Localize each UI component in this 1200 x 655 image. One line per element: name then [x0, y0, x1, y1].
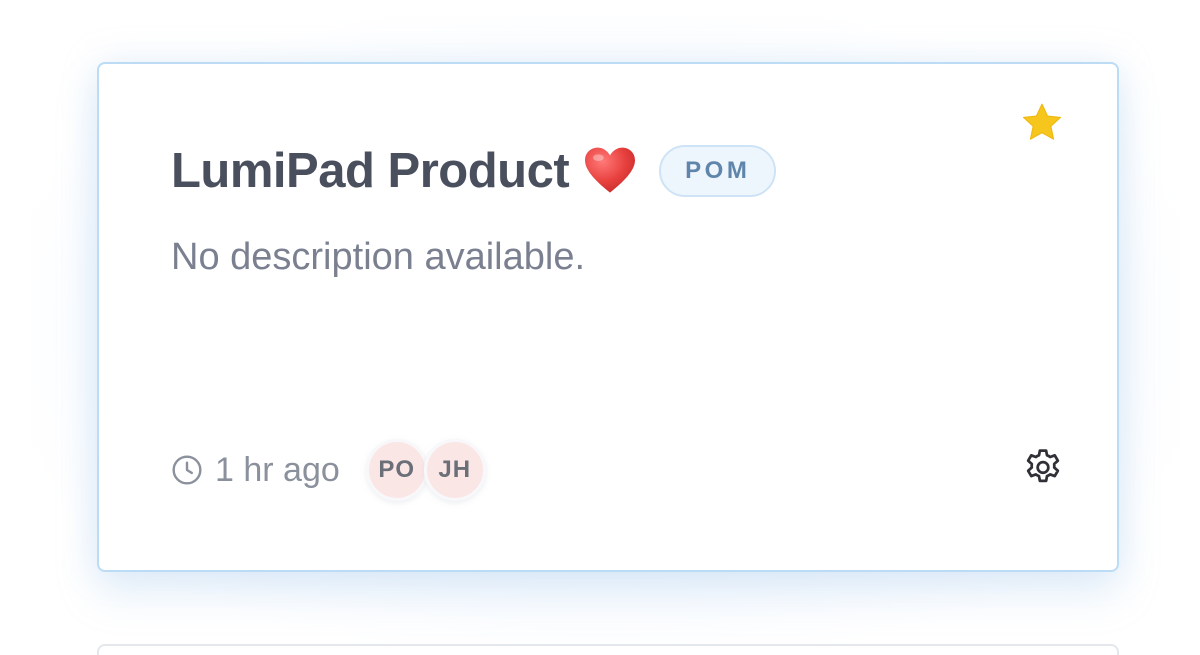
category-tag: POM [659, 145, 777, 197]
next-project-card[interactable] [97, 644, 1119, 655]
card-title[interactable]: LumiPad Product [171, 143, 570, 199]
last-updated: 1 hr ago [215, 450, 340, 489]
project-card[interactable]: LumiPad Product POM No description avail… [97, 62, 1119, 572]
member-avatars: PO JH [365, 439, 486, 501]
clock-icon [172, 455, 202, 485]
card-description: No description available. [171, 236, 586, 278]
gear-icon[interactable] [1021, 446, 1065, 490]
star-icon[interactable] [1019, 100, 1065, 146]
page: LumiPad Product POM No description avail… [0, 0, 1200, 655]
card-header: LumiPad Product POM [171, 140, 777, 202]
heart-icon [585, 147, 636, 193]
avatar[interactable]: JH [423, 439, 486, 501]
card-footer: 1 hr ago PO JH [171, 439, 486, 501]
avatar[interactable]: PO [365, 439, 428, 501]
